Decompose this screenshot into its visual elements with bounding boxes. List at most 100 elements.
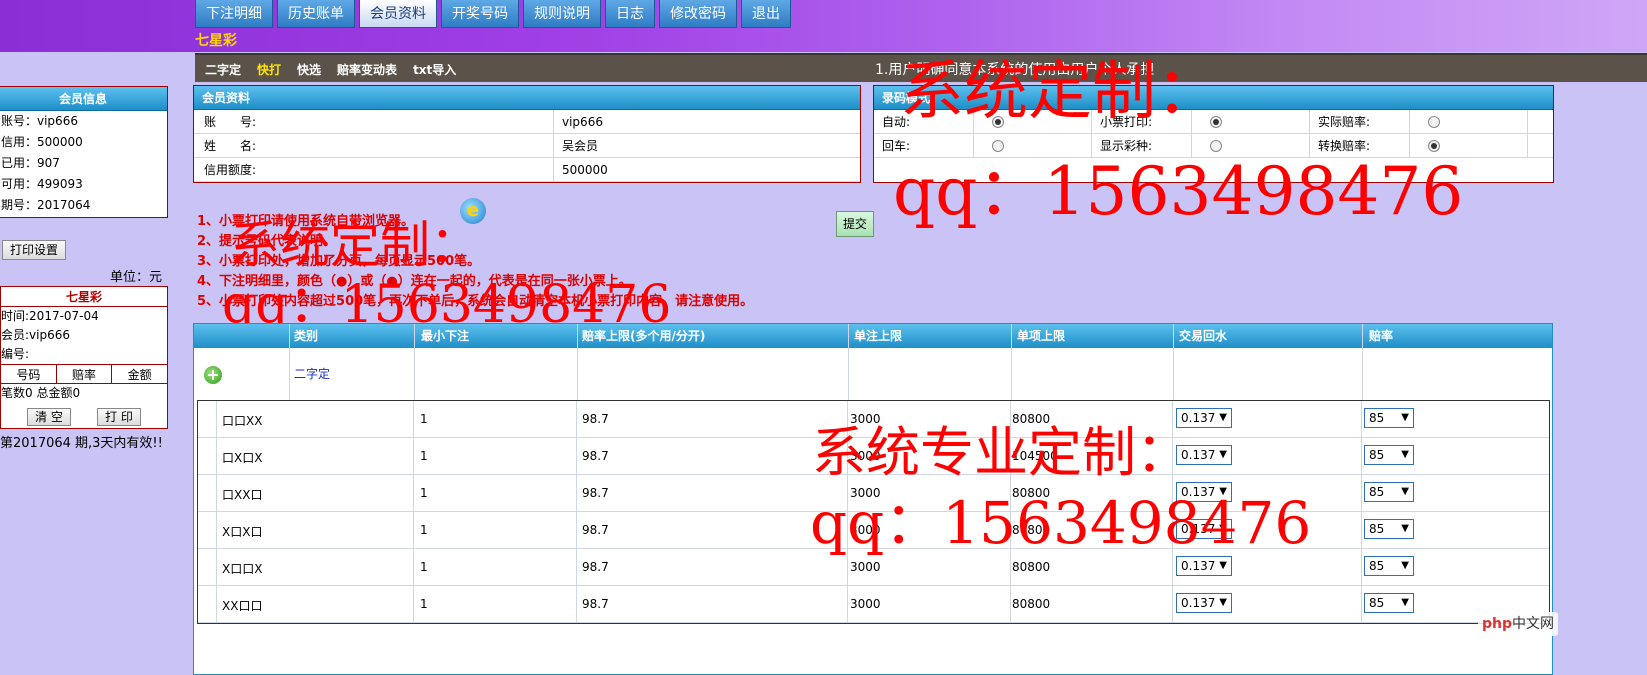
- ticket-title: 七星彩: [1, 287, 167, 307]
- tab-4[interactable]: 规则说明: [523, 0, 601, 28]
- grid-line: [413, 401, 414, 623]
- single-cap-cell: 3000: [850, 560, 881, 574]
- category-label: 二字定: [294, 367, 331, 381]
- ticket-column-header: 号码: [1, 365, 57, 383]
- rate-select[interactable]: 85: [1364, 482, 1414, 502]
- grid-line: [414, 324, 415, 400]
- badge-suffix: 中文网: [1512, 616, 1554, 632]
- main-nav: 下注明细 历史账单 会员资料 开奖号码 规则说明 日志 修改密码 退出: [195, 0, 791, 28]
- tab-7[interactable]: 退出: [741, 0, 791, 28]
- ticket-panel: 七星彩 时间:2017-07-04 会员:vip666 编号: 号码 赔率 金额 笔…: [0, 286, 168, 429]
- code-cell: XX口口: [222, 599, 263, 613]
- submit-button[interactable]: 提交: [836, 211, 874, 237]
- subnav-link-2[interactable]: 快选: [297, 61, 321, 78]
- grid-line: [289, 324, 290, 400]
- column-header: 赔率上限(多个用/分开): [582, 329, 706, 343]
- item-cap-cell: 80800: [1012, 560, 1051, 574]
- min-bet-cell: 1: [420, 486, 428, 500]
- odds-cap-cell: 98.7: [582, 597, 609, 611]
- print-settings-button[interactable]: 打印设置: [2, 240, 66, 260]
- table-row: XX口口 1 98.7 3000 80800 0.137 85: [198, 586, 1549, 623]
- subnav-link-0[interactable]: 二字定: [205, 61, 241, 78]
- badge-prefix: php: [1481, 616, 1512, 632]
- mode-label: 实际赔率:: [1310, 110, 1410, 133]
- code-cell: 口口XX: [222, 414, 263, 428]
- column-header: 单项上限: [1017, 329, 1066, 343]
- radio-button[interactable]: [1428, 116, 1440, 128]
- profile-value: 500000: [562, 163, 608, 177]
- column-header: 单注上限: [854, 329, 903, 343]
- min-bet-cell: 1: [420, 560, 428, 574]
- rate-select[interactable]: 85: [1364, 519, 1414, 539]
- member-info-panel: 会员信息 账号：vip666 信用：500000 已用：907 可用：499093 期号…: [0, 86, 168, 218]
- grid-line: [576, 401, 577, 623]
- min-bet-cell: 1: [420, 412, 428, 426]
- tab-6[interactable]: 修改密码: [659, 0, 737, 28]
- profile-row: 账 号: vip666: [194, 110, 860, 134]
- tab-1[interactable]: 历史账单: [277, 0, 355, 28]
- watermark-qq-3: qq：1563498476: [810, 489, 1312, 557]
- grid-line: [577, 324, 578, 400]
- grid-line: [1362, 324, 1363, 400]
- grid-line: [1361, 401, 1362, 623]
- tab-5[interactable]: 日志: [605, 0, 655, 28]
- subnav-link-3[interactable]: 赔率变动表: [337, 61, 397, 78]
- code-cell: X口X口: [222, 525, 263, 539]
- item-cap-cell: 80800: [1012, 597, 1051, 611]
- min-bet-cell: 1: [420, 597, 428, 611]
- column-header: 类别: [294, 329, 319, 343]
- member-info-item: 已用：907: [1, 156, 60, 170]
- rate-select[interactable]: 85: [1364, 556, 1414, 576]
- ticket-member: 会员:vip666: [1, 328, 71, 342]
- profile-value: 吴会员: [562, 139, 599, 153]
- ticket-columns: 号码 赔率 金额: [1, 364, 167, 384]
- grid-line: [216, 401, 217, 623]
- ticket-column-header: 赔率: [57, 365, 113, 383]
- rate-select[interactable]: 85: [1364, 445, 1414, 465]
- min-bet-cell: 1: [420, 523, 428, 537]
- member-info-list: 账号：vip666 信用：500000 已用：907 可用：499093 期号：2017…: [0, 111, 167, 216]
- member-info-item: 信用：500000: [1, 135, 83, 149]
- profile-row: 信用额度: 500000: [194, 158, 860, 182]
- odds-table-header: 类别 最小下注 赔率上限(多个用/分开) 单注上限 单项上限 交易回水 赔率: [194, 324, 1552, 348]
- ticket-serial: 编号:: [1, 347, 30, 361]
- single-cap-cell: 3000: [850, 597, 881, 611]
- ticket-column-header: 金额: [127, 368, 152, 382]
- profile-row: 姓 名: 吴会员: [194, 134, 860, 158]
- column-header: 赔率: [1369, 329, 1394, 343]
- rate-select[interactable]: 85: [1364, 408, 1414, 428]
- mode-radio-cell: [1410, 110, 1528, 133]
- member-info-item: 账号：vip666: [1, 114, 78, 128]
- member-info-title: 会员信息: [0, 87, 167, 111]
- grid-line: [1173, 324, 1174, 400]
- member-profile-title: 会员资料: [194, 86, 860, 110]
- column-header: 交易回水: [1179, 329, 1228, 343]
- subnav-link-4[interactable]: txt导入: [413, 61, 456, 78]
- add-icon[interactable]: +: [204, 366, 222, 384]
- print-button[interactable]: 打 印: [97, 408, 141, 426]
- profile-label: 信用额度:: [194, 158, 554, 181]
- member-info-item: 期号：2017064: [1, 198, 91, 212]
- ticket-summary: 笔数0 总金额0: [1, 386, 81, 400]
- odds-cap-cell: 98.7: [582, 412, 609, 426]
- lottery-name: 七星彩: [195, 33, 237, 49]
- rate-select[interactable]: 85: [1364, 593, 1414, 613]
- php-cn-badge: php中文网: [1478, 612, 1558, 636]
- member-profile-rows: 账 号: vip666 姓 名: 吴会员 信用额度: 500000: [194, 110, 860, 182]
- tab-2[interactable]: 会员资料: [359, 0, 437, 28]
- clear-button[interactable]: 清 空: [27, 408, 71, 426]
- grid-line: [1011, 324, 1012, 400]
- odds-cap-cell: 98.7: [582, 523, 609, 537]
- member-profile-panel: 会员资料 账 号: vip666 姓 名: 吴会员 信用额度: 500000: [193, 85, 861, 183]
- odds-cap-cell: 98.7: [582, 486, 609, 500]
- watermark-custom-1: 系统定制：: [900, 55, 1220, 129]
- odds-cap-cell: 98.7: [582, 560, 609, 574]
- code-cell: 口XX口: [222, 488, 263, 502]
- member-info-item: 可用：499093: [1, 177, 83, 191]
- tab-0[interactable]: 下注明细: [195, 0, 273, 28]
- subnav-link-1[interactable]: 快打: [257, 61, 281, 78]
- tab-3[interactable]: 开奖号码: [441, 0, 519, 28]
- grid-line: [848, 324, 849, 400]
- code-cell: X口口X: [222, 562, 263, 576]
- rebate-select[interactable]: 0.137: [1176, 593, 1232, 613]
